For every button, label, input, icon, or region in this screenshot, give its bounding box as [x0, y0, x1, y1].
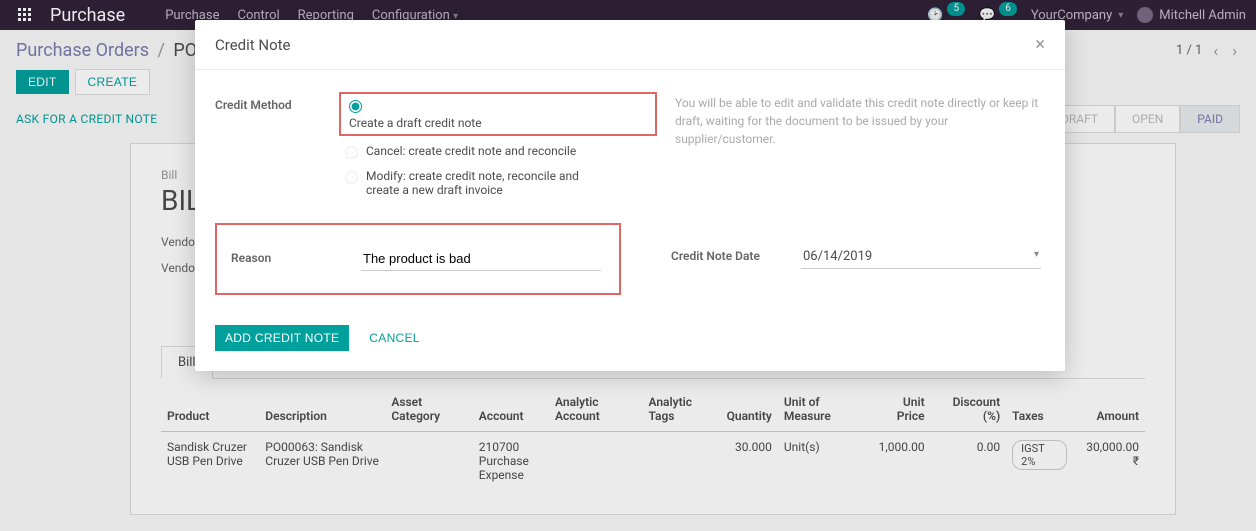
credit-method-radio-group: Create a draft credit note Cancel: creat…	[345, 94, 651, 197]
modal-footer: ADD CREDIT NOTE CANCEL	[195, 325, 1065, 371]
date-block: Credit Note Date 06/14/2019 ▾	[671, 223, 1045, 295]
radio-modify-label: Modify: create credit note, reconcile an…	[366, 169, 606, 197]
date-value: 06/14/2019	[803, 249, 872, 264]
credit-note-date-label: Credit Note Date	[671, 245, 801, 263]
modal-body: Credit Method Create a draft credit note…	[195, 70, 1065, 325]
chevron-down-icon: ▾	[1034, 249, 1039, 264]
radio-cancel[interactable]: Cancel: create credit note and reconcile	[345, 144, 651, 159]
radio-modify[interactable]: Modify: create credit note, reconcile an…	[345, 169, 651, 197]
radio-draft-label: Create a draft credit note	[349, 116, 589, 130]
add-credit-note-button[interactable]: ADD CREDIT NOTE	[215, 325, 349, 351]
radio-draft-input[interactable]	[349, 100, 362, 113]
cancel-button[interactable]: CANCEL	[359, 325, 429, 351]
radio-cancel-label: Cancel: create credit note and reconcile	[366, 144, 576, 158]
modal-title: Credit Note	[215, 36, 291, 54]
radio-modify-input[interactable]	[345, 171, 358, 184]
reason-input[interactable]	[361, 247, 601, 271]
help-text: You will be able to edit and validate th…	[675, 94, 1045, 148]
credit-note-modal: Credit Note × Credit Method Create a dra…	[195, 20, 1065, 371]
radio-draft-credit-note[interactable]: Create a draft credit note	[339, 92, 657, 136]
reason-block: Reason	[215, 223, 621, 295]
radio-cancel-input[interactable]	[345, 146, 358, 159]
credit-note-date-input[interactable]: 06/14/2019 ▾	[801, 245, 1041, 269]
reason-label: Reason	[231, 247, 361, 265]
modal-header: Credit Note ×	[195, 20, 1065, 70]
close-icon[interactable]: ×	[1035, 34, 1045, 55]
credit-method-label: Credit Method	[215, 94, 345, 197]
